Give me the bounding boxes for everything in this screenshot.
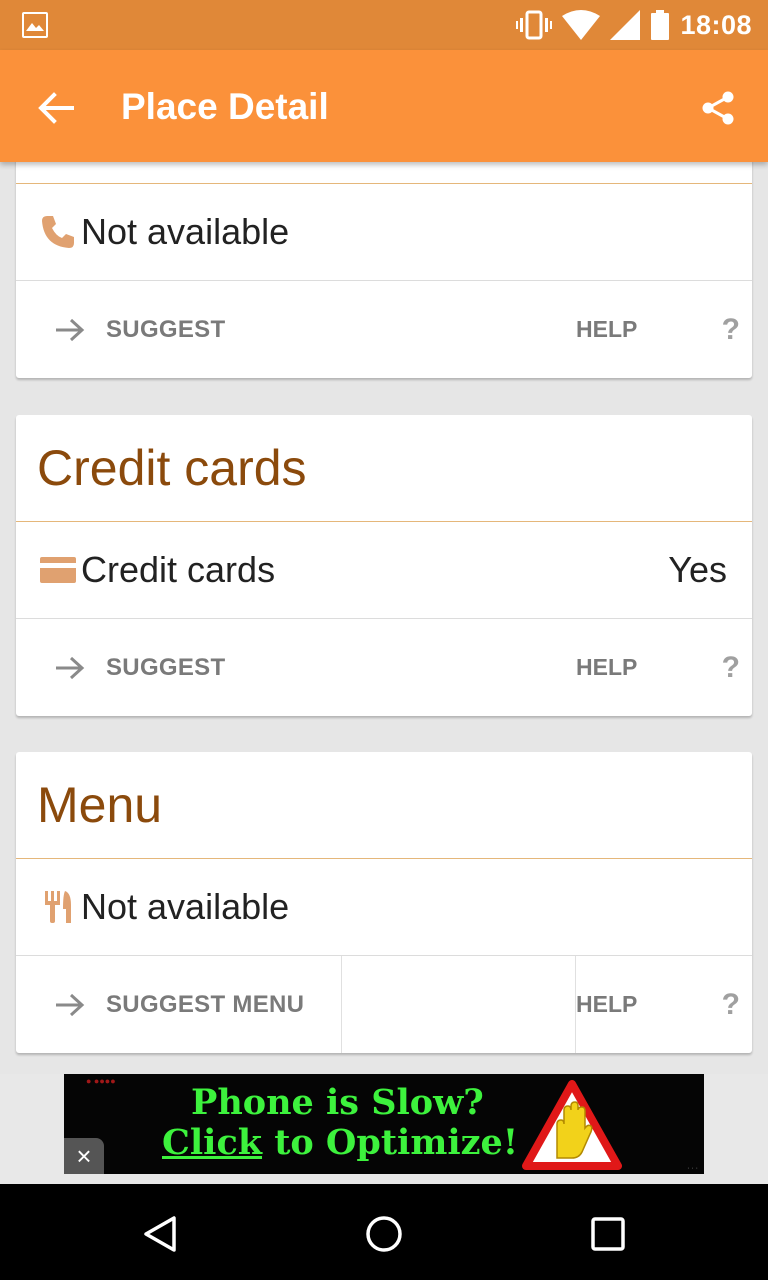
arrow-forward-icon bbox=[56, 656, 85, 679]
credit-cards-card: Credit cards Credit cards Yes SUGGEST HE… bbox=[16, 415, 752, 716]
ad-headline: Phone is Slow? bbox=[191, 1082, 484, 1123]
help-question-icon[interactable]: ? bbox=[722, 619, 740, 716]
phone-value: Not available bbox=[81, 211, 290, 252]
app-bar: Place Detail bbox=[0, 50, 768, 162]
ad-subline-text: to Optimize! bbox=[274, 1122, 519, 1163]
suggest-menu-button[interactable]: SUGGEST MENU bbox=[16, 956, 304, 1053]
credit-cards-label: Credit cards bbox=[81, 549, 276, 590]
nav-back-button[interactable] bbox=[128, 1202, 192, 1266]
phone-action-row: SUGGEST HELP ? bbox=[16, 281, 752, 378]
help-question-icon[interactable]: ? bbox=[722, 281, 740, 378]
suggest-label: SUGGEST bbox=[106, 315, 226, 343]
arrow-forward-icon bbox=[56, 993, 85, 1016]
menu-help-button[interactable]: HELP bbox=[576, 956, 637, 1053]
content-scroll[interactable]: Not available SUGGEST HELP ? Credit card… bbox=[0, 162, 768, 1074]
credit-cards-row: Credit cards Yes bbox=[16, 522, 752, 619]
back-button[interactable] bbox=[26, 78, 86, 138]
signal-icon bbox=[610, 10, 641, 40]
page-title: Place Detail bbox=[121, 86, 329, 127]
share-button[interactable] bbox=[688, 80, 748, 136]
status-bar: 18:08 bbox=[0, 0, 768, 50]
battery-icon bbox=[651, 10, 670, 40]
ad-brand-logo: ● ●●●● bbox=[86, 1076, 116, 1086]
wifi-icon bbox=[562, 10, 601, 40]
credit-suggest-button[interactable]: SUGGEST bbox=[16, 619, 225, 716]
nav-home-button[interactable] bbox=[352, 1202, 416, 1266]
phone-row: Not available bbox=[16, 184, 752, 281]
menu-card: Menu Not available SUGGEST MENU HELP ? bbox=[16, 752, 752, 1053]
menu-title: Menu bbox=[16, 752, 752, 859]
recents-square-icon bbox=[591, 1217, 625, 1251]
fork-knife-icon bbox=[38, 887, 78, 927]
warning-hand-icon bbox=[522, 1080, 622, 1170]
back-triangle-icon bbox=[144, 1216, 176, 1252]
menu-value: Not available bbox=[81, 886, 290, 927]
navigation-bar bbox=[0, 1184, 768, 1280]
credit-card-icon bbox=[38, 550, 78, 590]
ad-banner[interactable]: ● ●●●● Phone is Slow? Click to Optimize!… bbox=[64, 1074, 704, 1174]
share-icon bbox=[702, 91, 734, 125]
phone-card-title bbox=[16, 162, 752, 184]
menu-action-row: SUGGEST MENU HELP ? bbox=[16, 956, 752, 1053]
credit-action-row: SUGGEST HELP ? bbox=[16, 619, 752, 716]
phone-card: Not available SUGGEST HELP ? bbox=[16, 162, 752, 378]
credit-cards-title: Credit cards bbox=[16, 415, 752, 522]
phone-icon bbox=[38, 212, 78, 252]
credit-cards-value: Yes bbox=[668, 549, 727, 590]
arrow-back-icon bbox=[38, 92, 74, 124]
nav-recents-button[interactable] bbox=[576, 1202, 640, 1266]
menu-row: Not available bbox=[16, 859, 752, 956]
ad-area: ● ●●●● Phone is Slow? Click to Optimize!… bbox=[0, 1074, 768, 1184]
vibrate-icon bbox=[516, 10, 553, 40]
ad-attribution: · · · bbox=[687, 1165, 698, 1172]
phone-suggest-button[interactable]: SUGGEST bbox=[16, 281, 225, 378]
picture-icon bbox=[22, 12, 48, 38]
ad-close-button[interactable]: × bbox=[64, 1138, 104, 1174]
credit-help-button[interactable]: HELP bbox=[576, 619, 637, 716]
home-circle-icon bbox=[366, 1216, 402, 1252]
arrow-forward-icon bbox=[56, 318, 85, 341]
status-icons: 18:08 bbox=[516, 8, 752, 42]
help-question-icon[interactable]: ? bbox=[722, 956, 740, 1053]
ad-click-link[interactable]: Click bbox=[162, 1122, 262, 1163]
phone-help-button[interactable]: HELP bbox=[576, 281, 637, 378]
ad-subline: Click to Optimize! bbox=[162, 1122, 518, 1163]
suggest-label: SUGGEST MENU bbox=[106, 990, 305, 1018]
clock: 18:08 bbox=[680, 9, 752, 40]
divider bbox=[341, 956, 342, 1053]
suggest-label: SUGGEST bbox=[106, 653, 226, 681]
